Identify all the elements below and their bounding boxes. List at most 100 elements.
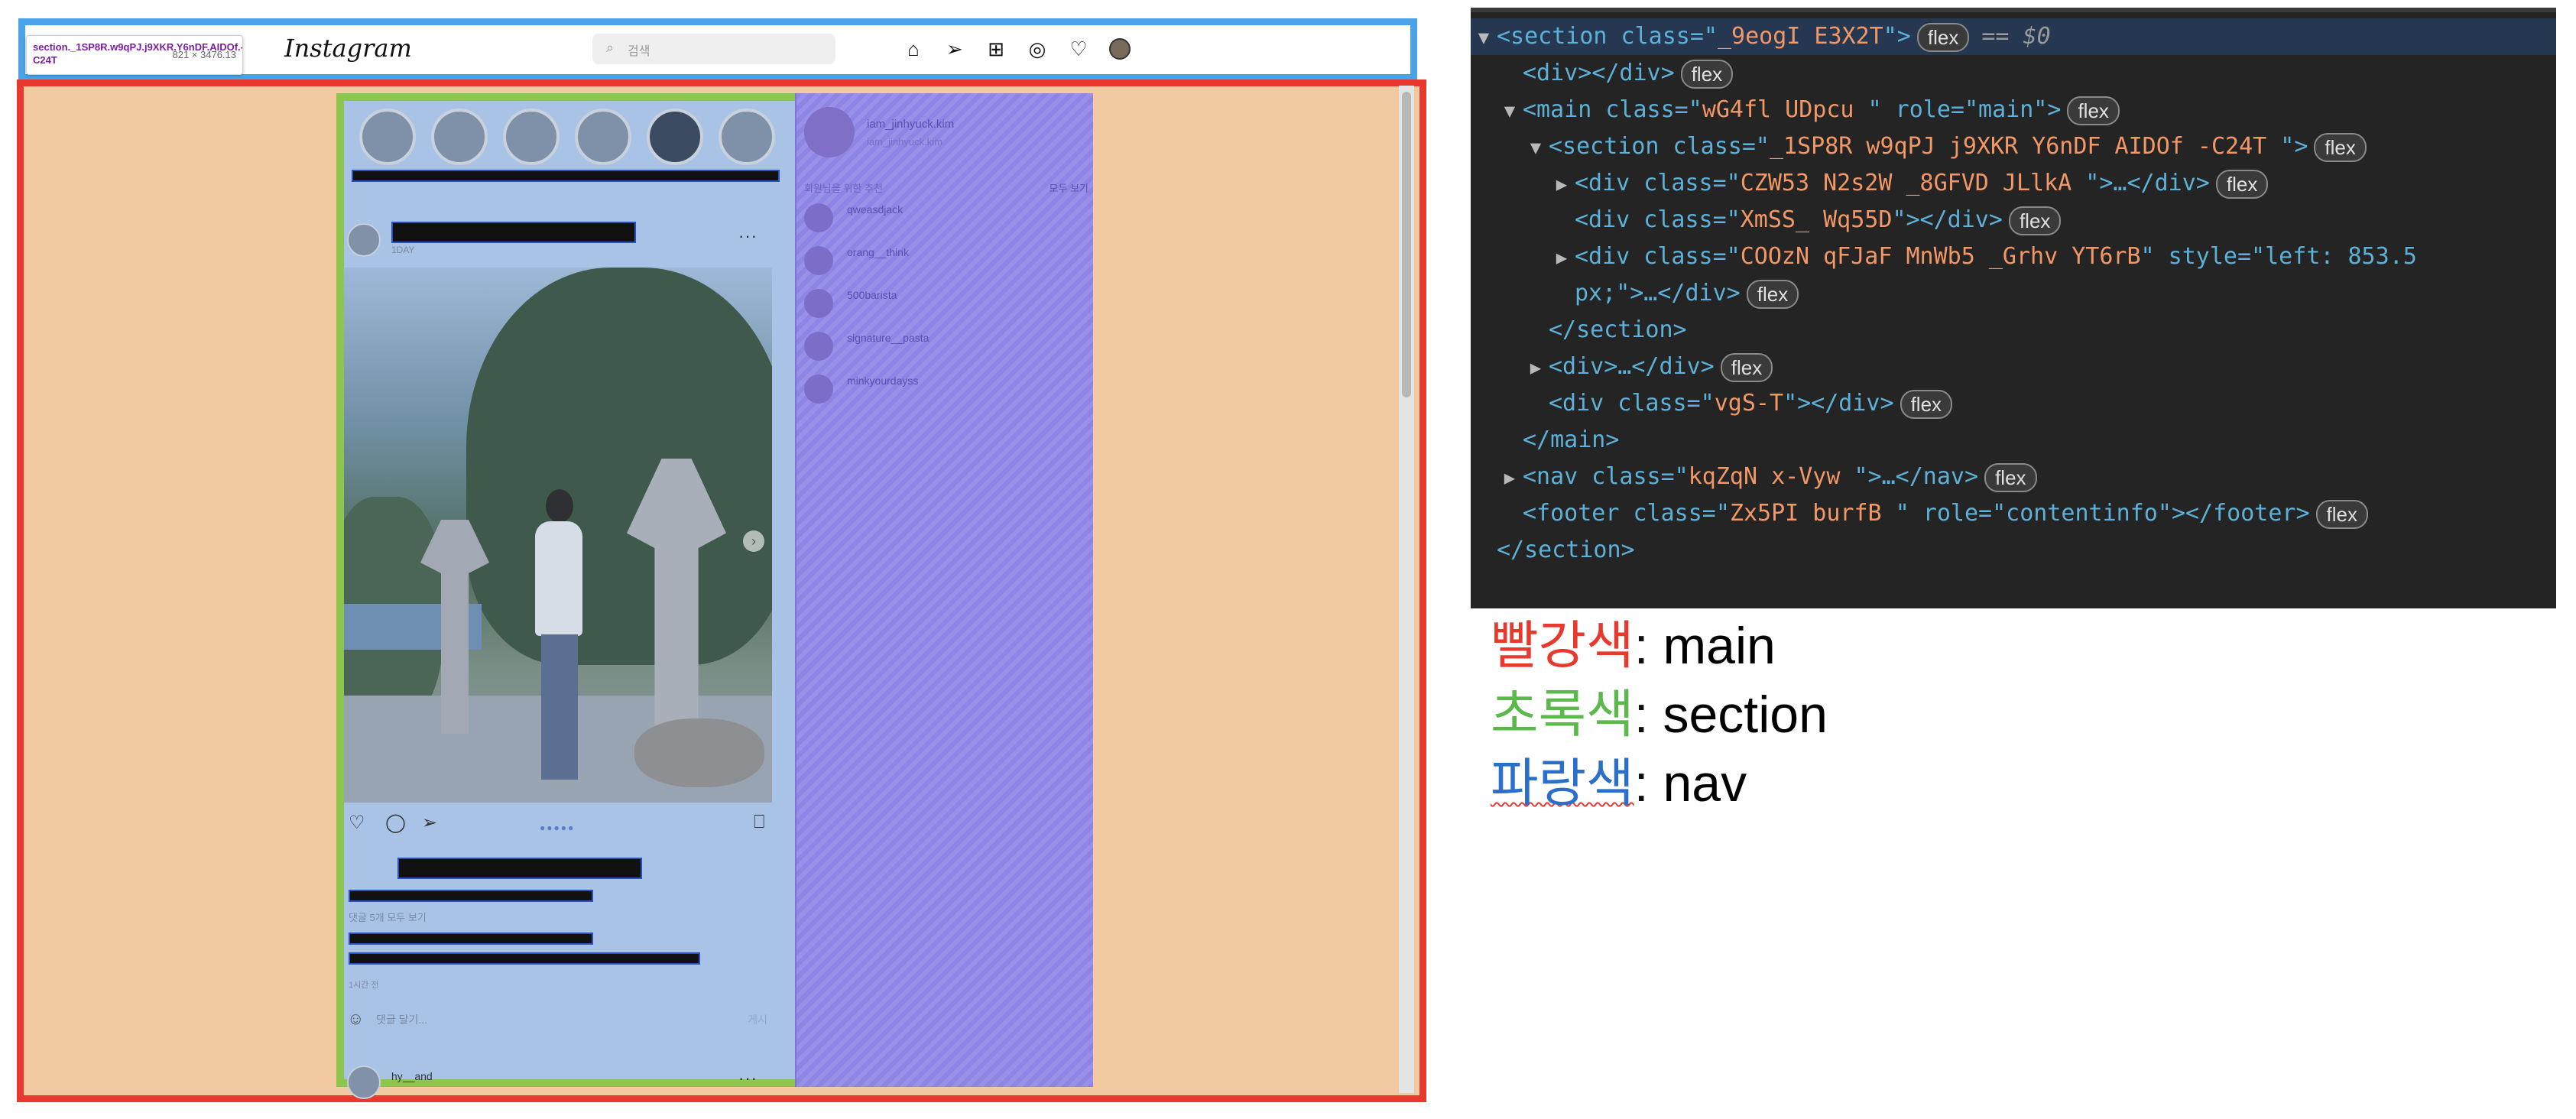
suggestion-name[interactable]: 500barista (847, 289, 897, 301)
flex-badge[interactable]: flex (1746, 279, 1799, 309)
story-avatar[interactable] (575, 109, 631, 165)
expand-toggle-icon[interactable]: ▼ (1471, 19, 1497, 56)
comment-icon[interactable]: ◯ (385, 812, 406, 834)
legend-label: nav (1663, 754, 1747, 812)
suggestion-name[interactable]: orang__think (847, 246, 909, 258)
dom-tree-node[interactable]: <footer class="Zx5PI burfB " role="conte… (1471, 495, 2576, 532)
sidebar-profile-sub: iam_jinhyuck.kim (867, 136, 942, 148)
node-open: <div class=" (1575, 170, 1741, 196)
node-close: </div> (1591, 60, 1675, 86)
search-icon: ⌕ (606, 40, 615, 55)
suggestion-name[interactable]: qweasdjack (847, 203, 903, 216)
suggestion-avatar[interactable] (804, 332, 833, 361)
save-bookmark-icon[interactable]: ⎕ (754, 812, 764, 833)
flex-badge[interactable]: flex (2314, 132, 2367, 162)
expand-toggle-icon[interactable]: ▼ (1497, 92, 1523, 129)
next-image-arrow-icon[interactable]: › (743, 530, 764, 552)
story-avatar[interactable] (503, 109, 560, 165)
suggestion-avatar[interactable] (804, 289, 833, 318)
dom-tree-node[interactable]: <div class="XmSS_ Wq55D"></div> flex (1471, 202, 2576, 238)
expand-toggle-icon[interactable]: ▶ (1549, 166, 1575, 203)
suggestion-avatar[interactable] (804, 246, 833, 275)
search-input[interactable]: ⌕ 검색 (592, 34, 835, 64)
flex-badge[interactable]: flex (2215, 169, 2269, 199)
next-post-username[interactable]: hy__and (391, 1070, 433, 1082)
see-all-link[interactable]: 모두 보기 (1050, 180, 1088, 195)
node-close: ">…</div> (2085, 170, 2210, 196)
direct-icon[interactable]: ➢ (943, 37, 966, 60)
flex-badge[interactable]: flex (1900, 389, 1953, 419)
suggestion-name[interactable]: signature__pasta (847, 332, 929, 344)
more-options-icon[interactable]: ··· (738, 1069, 758, 1088)
dom-tree-node[interactable]: ▶ <div class="COOzN qFJaF MnWb5 _Grhv YT6… (1471, 238, 2576, 275)
legend-label: main (1663, 617, 1776, 675)
legend-row-main: 빨강색: main (1491, 611, 1828, 680)
flex-badge[interactable]: flex (2067, 96, 2120, 125)
activity-heart-icon[interactable]: ♡ (1067, 37, 1090, 60)
flex-badge[interactable]: flex (2008, 206, 2062, 235)
legend-color-word: 빨강색 (1491, 617, 1634, 675)
profile-avatar-icon[interactable] (1108, 37, 1131, 60)
dom-tree-node[interactable]: </section> (1471, 532, 2556, 569)
dom-tree-node[interactable]: <div class="vgS-T"></div> flex (1471, 385, 2576, 422)
expand-toggle-icon[interactable]: ▶ (1497, 459, 1523, 496)
post-location: 1DAY (391, 245, 415, 255)
post-avatar[interactable] (347, 223, 381, 257)
node-class: CZW53 N2s2W _8GFVD JLlkA (1740, 170, 2086, 196)
new-post-icon[interactable]: ⊞ (985, 37, 1007, 60)
suggestion-avatar[interactable] (804, 375, 833, 404)
redacted-likes (397, 858, 642, 879)
dom-tree-node[interactable]: ▼ <section class="_9eogI E3X2T"> flex == $0 (1471, 18, 2556, 55)
suggestion-item[interactable]: qweasdjack (804, 200, 1087, 235)
post-avatar[interactable] (347, 1065, 381, 1099)
story-avatar[interactable] (647, 109, 703, 165)
node-open: </main> (1523, 427, 1620, 453)
expand-toggle-icon[interactable]: ▶ (1523, 349, 1549, 386)
dom-tree-node[interactable]: </section> (1471, 312, 2576, 349)
legend-color-word: 초록색 (1491, 686, 1634, 744)
suggestion-item[interactable]: minkyourdayss (804, 371, 1087, 407)
flex-badge[interactable]: flex (1984, 462, 2037, 492)
expand-toggle-icon[interactable]: ▼ (1523, 129, 1549, 166)
suggestion-item[interactable]: 500barista (804, 286, 1087, 321)
story-avatar[interactable] (719, 109, 775, 165)
flex-badge[interactable]: flex (1916, 22, 1970, 52)
explore-icon[interactable]: ◎ (1026, 37, 1049, 60)
story-avatar[interactable] (359, 109, 416, 165)
node-open: px;">…</div> (1575, 280, 1741, 307)
dom-tree-node[interactable]: ▼ <section class="_1SP8R w9qPJ j9XKR Y6nD… (1471, 128, 2576, 165)
home-icon[interactable]: ⌂ (902, 37, 925, 60)
dom-tree-node[interactable]: px;">…</div> flex (1471, 275, 2576, 312)
page-scrollbar-thumb[interactable] (1402, 92, 1411, 397)
instagram-logo[interactable]: Instagram (284, 34, 412, 63)
sidebar-profile-name[interactable]: iam_jinhyuck.kim (867, 118, 954, 131)
flex-badge[interactable]: flex (1680, 59, 1734, 89)
dom-tree-node[interactable]: </main> (1471, 422, 2576, 459)
view-all-comments-link[interactable]: 댓글 5개 모두 보기 (349, 910, 427, 924)
dom-tree-node[interactable]: ▶ <nav class="kqZqN x-Vyw ">…</nav> flex (1471, 459, 2576, 495)
sidebar-profile-avatar[interactable] (804, 107, 855, 157)
comment-box[interactable]: ☺ 댓글 달기... 게시 (347, 1009, 775, 1032)
share-icon[interactable]: ➢ (422, 812, 437, 834)
dom-tree-node[interactable]: ▶ <div class="CZW53 N2s2W _8GFVD JLlkA ">… (1471, 165, 2576, 202)
node-close: "> (1883, 23, 1911, 50)
dom-tree-node[interactable]: ▶ <div>…</div> flex (1471, 349, 2576, 385)
more-options-icon[interactable]: ··· (738, 226, 758, 246)
dom-tree-node[interactable]: <div></div> flex (1471, 55, 2576, 92)
suggestion-name[interactable]: minkyourdayss (847, 375, 918, 387)
suggestion-item[interactable]: signature__pasta (804, 329, 1087, 364)
dom-tree-node[interactable]: ▼ <main class="wG4fl UDpcu " role="main">… (1471, 92, 2576, 128)
search-placeholder: 검색 (628, 45, 650, 58)
flex-badge[interactable]: flex (2315, 499, 2369, 529)
post-comment-button[interactable]: 게시 (748, 1012, 767, 1027)
like-heart-icon[interactable]: ♡ (349, 812, 365, 834)
suggestion-avatar[interactable] (804, 203, 833, 232)
post-image[interactable]: › (344, 268, 772, 803)
post-actions: ♡ ◯ ➢ ●●●●● ⎕ (349, 812, 777, 842)
emoji-icon[interactable]: ☺ (347, 1009, 364, 1029)
story-avatar[interactable] (431, 109, 488, 165)
comment-input[interactable]: 댓글 달기... (376, 1012, 427, 1027)
expand-toggle-icon[interactable]: ▶ (1549, 239, 1575, 276)
flex-badge[interactable]: flex (1720, 352, 1773, 382)
suggestion-item[interactable]: orang__think (804, 243, 1087, 278)
